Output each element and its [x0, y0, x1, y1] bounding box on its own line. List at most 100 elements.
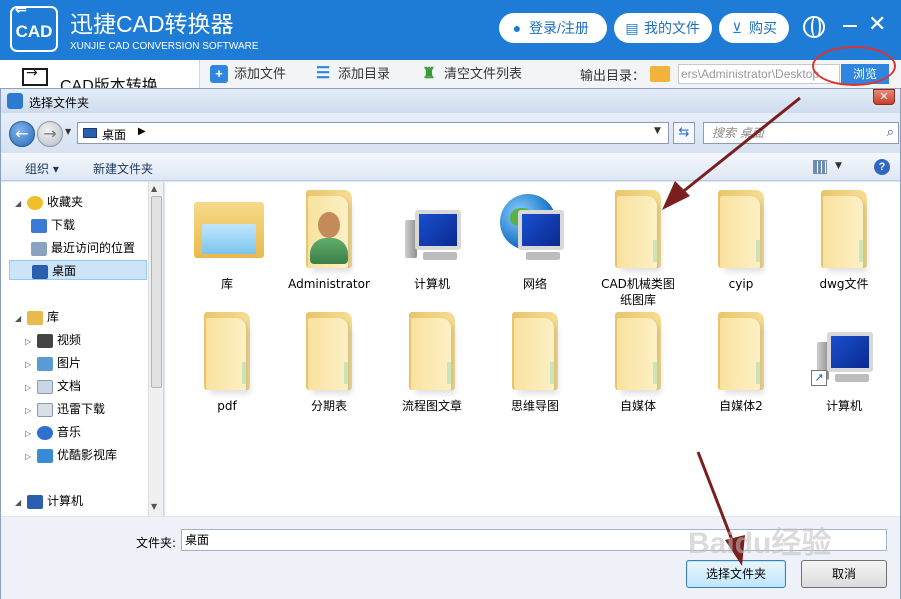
tree-youku[interactable]: ▷ 优酷影视库 [25, 445, 117, 465]
login-label: 登录/注册 [529, 20, 589, 36]
dialog-titlebar: 选择文件夹 ✕ [1, 89, 900, 113]
file-item-label: 流程图文章 [401, 399, 462, 413]
folder-icon [650, 66, 670, 82]
folder-icon [500, 312, 570, 390]
highlight-ellipse [812, 46, 896, 86]
my-files-button[interactable]: ▤ 我的文件 [614, 13, 712, 43]
file-item-computer[interactable]: 计算机 [382, 190, 482, 292]
add-dir-label: 添加目录 [338, 66, 391, 81]
folder-icon [809, 190, 879, 268]
buy-button[interactable]: ⊻ 购买 [719, 13, 789, 43]
expand-icon[interactable]: ▷ [25, 378, 35, 398]
search-icon[interactable]: ⌕ [887, 123, 894, 143]
file-item-label: 自媒体2 [719, 399, 763, 413]
clear-list-button[interactable]: ♜ 清空文件列表 [420, 65, 522, 83]
file-item-network[interactable]: 网络 [485, 190, 585, 292]
file-item-fenqi[interactable]: 分期表 [279, 312, 379, 414]
folder-icon [706, 312, 776, 390]
minimize-icon[interactable] [843, 25, 857, 27]
music-icon [37, 425, 53, 440]
library-icon [192, 190, 264, 268]
collapse-icon[interactable]: ◢ [15, 309, 25, 329]
tree-desktop[interactable]: 桌面 [9, 260, 147, 280]
file-item-cad-library[interactable]: CAD机械类图纸图库 [588, 190, 688, 308]
tree-favorites[interactable]: ◢ 收藏夹 [15, 192, 83, 212]
dialog-close-button[interactable]: ✕ [873, 89, 895, 105]
file-item-media2[interactable]: 自媒体2 [691, 312, 791, 414]
logo-text: CAD [15, 22, 53, 41]
file-item-computer-shortcut[interactable]: ↗ 计算机 [794, 312, 894, 414]
folder-input[interactable]: 桌面 [181, 529, 887, 551]
document-icon [37, 379, 53, 394]
forward-icon[interactable]: → [37, 121, 63, 147]
expand-icon[interactable]: ▷ [25, 355, 35, 375]
refresh-icon[interactable]: ⇆ [673, 122, 695, 144]
file-item-flowchart[interactable]: 流程图文章 [382, 312, 482, 414]
file-item-dwg[interactable]: dwg文件 [794, 190, 894, 292]
expand-icon[interactable]: ▷ [25, 401, 35, 421]
select-folder-dialog: 选择文件夹 ✕ ← → ▼ 桌面 ▶ ▼ ⇆ 搜索 桌面 ⌕ 组织 ▾ 新建文件… [0, 88, 901, 599]
app-subtitle: XUNJIE CAD CONVERSION SOFTWARE [70, 41, 259, 52]
navigation-scrollbar[interactable]: ▲ ▼ [148, 182, 163, 516]
tree-computer-label: 计算机 [47, 494, 84, 508]
youku-icon [37, 448, 53, 463]
computer-icon [27, 494, 43, 509]
file-item-administrator[interactable]: Administrator [279, 190, 379, 292]
login-button[interactable]: ● 登录/注册 [499, 13, 607, 43]
dialog-title: 选择文件夹 [29, 96, 90, 110]
command-bar: 组织 ▾ 新建文件夹 ▼ ? [1, 153, 900, 181]
tree-computer[interactable]: ◢ 计算机 [15, 491, 83, 511]
folder-icon [294, 312, 364, 390]
breadcrumb-arrow-icon[interactable]: ▶ [138, 126, 146, 137]
address-dropdown-icon[interactable]: ▼ [654, 126, 661, 136]
tree-libraries-label: 库 [47, 310, 60, 324]
computer-icon [397, 190, 467, 268]
network-icon [500, 190, 570, 268]
file-item-library[interactable]: 库 [177, 190, 277, 292]
select-folder-button[interactable]: 选择文件夹 [686, 560, 786, 588]
scroll-thumb[interactable] [151, 196, 162, 388]
close-icon[interactable]: ✕ [868, 12, 886, 37]
tree-pictures[interactable]: ▷ 图片 [25, 353, 81, 373]
tree-downloads[interactable]: 下载 [29, 215, 75, 235]
cancel-button[interactable]: 取消 [801, 560, 887, 588]
side-tab-version-convert[interactable]: CAD版本转换 [0, 60, 200, 95]
language-globe-icon[interactable] [803, 16, 825, 38]
collapse-icon[interactable]: ◢ [15, 194, 25, 214]
tree-desktop-label: 桌面 [52, 264, 77, 278]
desktop-icon [32, 264, 48, 279]
file-item-mindmap[interactable]: 思维导图 [485, 312, 585, 414]
add-file-button[interactable]: + 添加文件 [210, 65, 286, 83]
app-header: ⇐ CAD 迅捷CAD转换器 XUNJIE CAD CONVERSION SOF… [0, 0, 901, 60]
add-dir-button[interactable]: ☰ 添加目录 [314, 65, 390, 83]
expand-icon[interactable]: ▷ [25, 332, 35, 352]
back-icon[interactable]: ← [9, 121, 35, 147]
tree-recent[interactable]: 最近访问的位置 [29, 238, 135, 258]
address-bar[interactable]: 桌面 ▶ ▼ [77, 122, 669, 144]
collapse-icon[interactable]: ◢ [15, 493, 25, 513]
view-options-icon[interactable] [813, 160, 827, 174]
view-dropdown-icon[interactable]: ▼ [835, 161, 842, 171]
new-folder-button[interactable]: 新建文件夹 [93, 160, 153, 177]
history-dropdown-icon[interactable]: ▼ [65, 127, 71, 136]
search-input[interactable]: 搜索 桌面 ⌕ [703, 122, 899, 144]
expand-icon[interactable]: ▷ [25, 424, 35, 444]
folder-field-label: 文件夹: [136, 536, 177, 550]
tree-documents[interactable]: ▷ 文档 [25, 376, 81, 396]
file-item-pdf[interactable]: pdf [177, 312, 277, 414]
user-icon [294, 190, 364, 268]
file-list-pane: 库 Administrator 计算机 网络 CAD机械类图纸图库 cyip d… [165, 182, 900, 516]
tree-music[interactable]: ▷ 音乐 [25, 422, 81, 442]
file-item-label: 计算机 [825, 399, 862, 413]
file-item-media[interactable]: 自媒体 [588, 312, 688, 414]
expand-icon[interactable]: ▷ [25, 447, 35, 467]
file-item-cyip[interactable]: cyip [691, 190, 791, 292]
tree-videos[interactable]: ▷ 视频 [25, 330, 81, 350]
tree-xunlei[interactable]: ▷ 迅雷下载 [25, 399, 105, 419]
scroll-down-icon[interactable]: ▼ [151, 502, 157, 511]
help-icon[interactable]: ? [874, 159, 890, 175]
scroll-up-icon[interactable]: ▲ [151, 184, 157, 193]
organize-button[interactable]: 组织 ▾ [25, 160, 59, 177]
tree-libraries[interactable]: ◢ 库 [15, 307, 59, 327]
tree-music-label: 音乐 [57, 425, 82, 439]
